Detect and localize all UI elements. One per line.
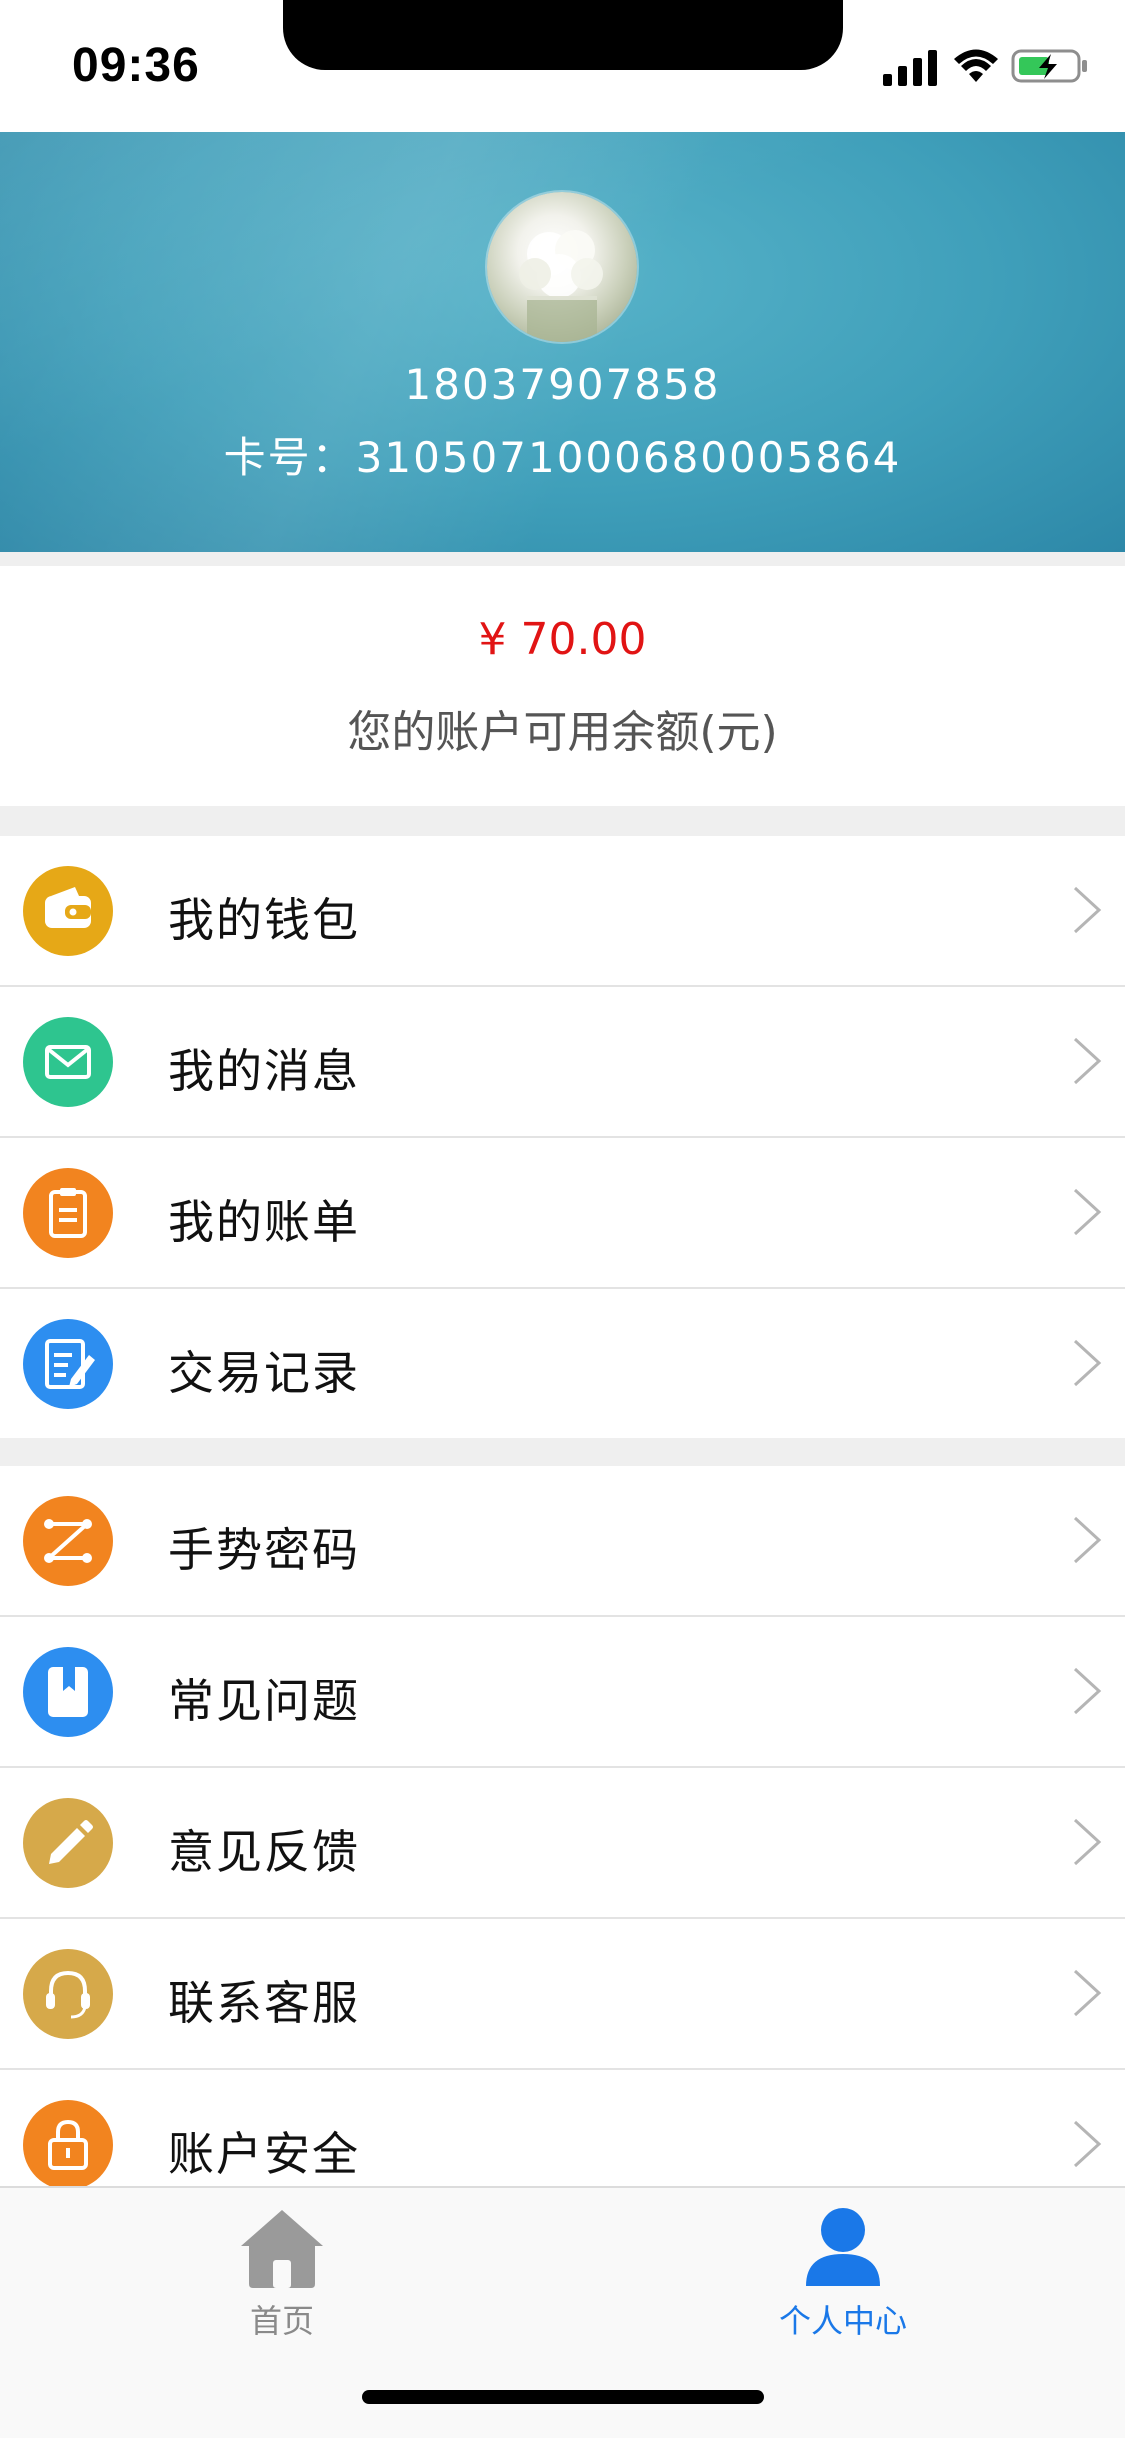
lock-icon	[23, 2100, 113, 2190]
phone-number: 18037907858	[404, 360, 721, 409]
chevron-right-icon	[1073, 1188, 1102, 1236]
edit-document-icon	[23, 1319, 113, 1409]
chevron-right-icon	[1073, 886, 1102, 934]
headset-icon	[23, 1949, 113, 2039]
tab-profile[interactable]: 个人中心	[693, 2206, 993, 2346]
profile-header: 18037907858 卡号：3105071000680005864	[0, 132, 1125, 552]
balance-amount: ¥ 70.00	[478, 614, 647, 665]
menu-item-wallet[interactable]: 我的钱包	[0, 836, 1125, 987]
chevron-right-icon	[1073, 2120, 1102, 2168]
tab-label-home: 首页	[249, 2302, 314, 2340]
menu-label-messages: 我的消息	[168, 1044, 360, 1098]
chevron-right-icon	[1073, 1969, 1102, 2017]
menu-item-transactions[interactable]: 交易记录	[0, 1289, 1125, 1438]
battery-charging-icon	[1011, 49, 1087, 83]
chevron-right-icon	[1073, 1516, 1102, 1564]
menu-item-messages[interactable]: 我的消息	[0, 987, 1125, 1138]
mail-icon	[23, 1017, 113, 1107]
menu-label-transactions: 交易记录	[168, 1346, 360, 1400]
menu-label-gesture-password: 手势密码	[168, 1523, 360, 1577]
menu-label-feedback: 意见反馈	[168, 1825, 360, 1879]
menu-item-faq[interactable]: 常见问题	[0, 1617, 1125, 1768]
balance-label: 您的账户可用余额(元)	[347, 707, 778, 758]
card-number: 卡号：3105071000680005864	[223, 433, 902, 482]
status-time: 09:36	[72, 39, 200, 92]
signal-icon	[883, 50, 937, 86]
clipboard-icon	[23, 1168, 113, 1258]
menu-label-account-security: 账户安全	[168, 2127, 360, 2181]
menu-item-feedback[interactable]: 意见反馈	[0, 1768, 1125, 1919]
tab-label-profile: 个人中心	[778, 2302, 907, 2340]
chevron-right-icon	[1073, 1818, 1102, 1866]
menu-label-customer-service: 联系客服	[168, 1976, 360, 2030]
user-icon	[806, 2208, 880, 2286]
menu-item-gesture-password[interactable]: 手势密码	[0, 1466, 1125, 1617]
menu-group-account: 我的钱包 我的消息 我的账单 交易记录	[0, 836, 1125, 1438]
notch	[283, 0, 843, 70]
book-icon	[23, 1647, 113, 1737]
menu-label-faq: 常见问题	[168, 1674, 360, 1728]
chevron-right-icon	[1073, 1037, 1102, 1085]
chevron-right-icon	[1073, 1339, 1102, 1387]
pencil-icon	[23, 1798, 113, 1888]
gesture-icon	[23, 1496, 113, 1586]
menu-label-wallet: 我的钱包	[168, 893, 360, 947]
wallet-icon	[23, 866, 113, 956]
chevron-right-icon	[1073, 1667, 1102, 1715]
menu-group-settings: 手势密码 常见问题 意见反馈 联系客服 账户安全	[0, 1466, 1125, 2219]
menu-item-bills[interactable]: 我的账单	[0, 1138, 1125, 1289]
menu-item-customer-service[interactable]: 联系客服	[0, 1919, 1125, 2070]
tab-home[interactable]: 首页	[132, 2206, 432, 2346]
balance-panel: ¥ 70.00 您的账户可用余额(元)	[0, 566, 1125, 806]
home-icon	[241, 2210, 323, 2288]
wifi-icon	[954, 49, 998, 82]
avatar[interactable]	[487, 192, 637, 342]
status-bar: 09:36	[0, 0, 1125, 132]
menu-label-bills: 我的账单	[168, 1195, 360, 1249]
home-indicator	[362, 2390, 764, 2404]
status-icons	[883, 48, 1087, 90]
avatar-flower-image	[519, 230, 603, 342]
